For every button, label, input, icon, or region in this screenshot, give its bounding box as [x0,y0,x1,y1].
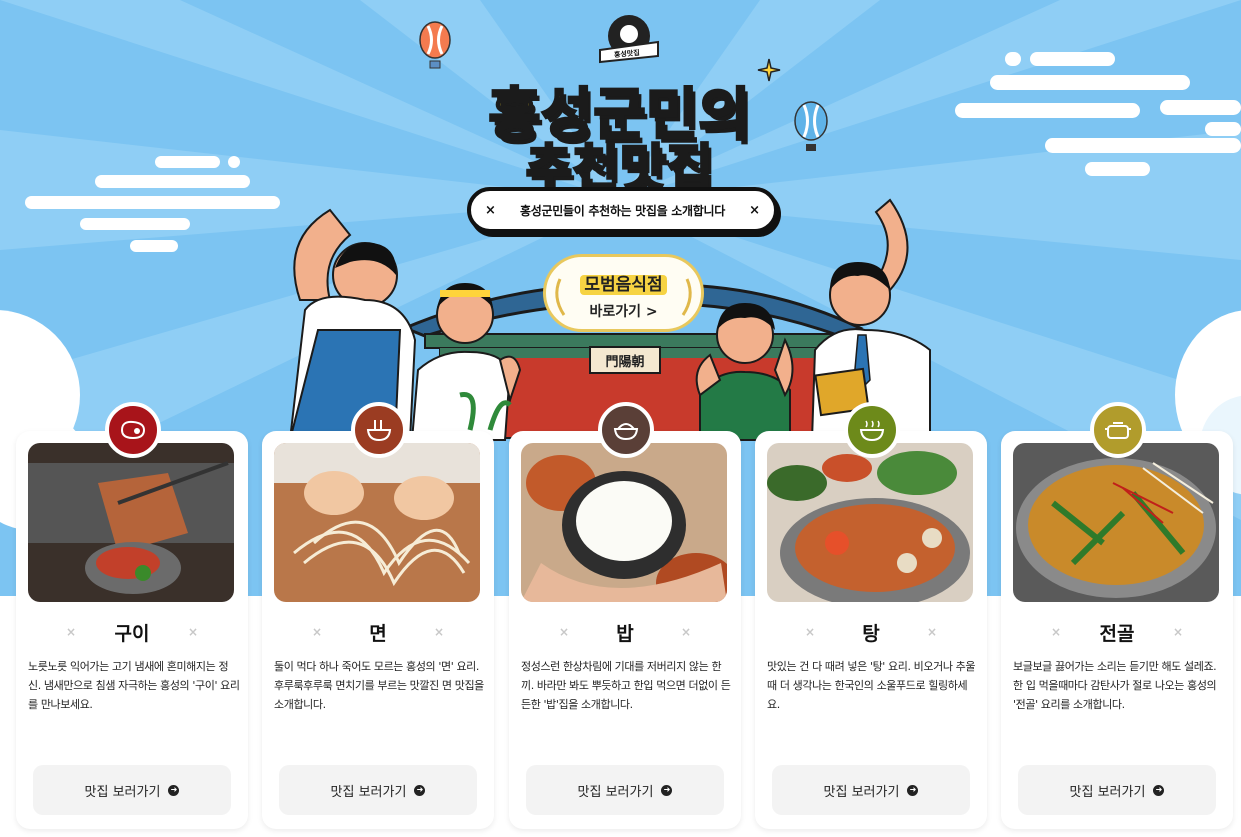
category-card-tang: × 탕 × 맛있는 건 다 때려 넣은 '탕' 요리. 비오거나 추울때 더 생… [755,402,987,829]
close-icon: × [749,202,760,218]
category-card-gui: × 구이 × 노릇노릇 익어가는 고기 냄새에 혼미해지는 정신. 냄새만으로 … [16,402,248,829]
view-restaurants-button[interactable]: 맛집 보러가기 ➜ [772,765,970,815]
food-photo [274,443,480,602]
rice-bowl-icon [598,402,654,458]
view-restaurants-button[interactable]: 맛집 보러가기 ➜ [526,765,724,815]
category-card-jeongol: × 전골 × 보글보글 끓어가는 소리는 듣기만 해도 설레죠. 한 입 먹을때… [1001,402,1233,829]
close-icon: × [804,625,815,639]
close-icon: × [434,625,445,639]
card-heading: × 밥 × [509,617,741,647]
close-icon: × [927,625,938,639]
arrow-right-icon: ➜ [907,784,919,796]
card-title: 면 [369,622,387,645]
meat-icon [105,402,161,458]
view-restaurants-button[interactable]: 맛집 보러가기 ➜ [33,765,231,815]
close-icon: × [558,625,569,639]
card-description: 맛있는 건 다 때려 넣은 '탕' 요리. 비오거나 추울때 더 생각나는 한국… [767,660,976,711]
hot-pot-icon [1090,402,1146,458]
card-heading: × 면 × [262,617,494,647]
laurel-wreath-icon [555,278,692,316]
arrow-right-icon: ➜ [1153,784,1165,796]
page: 홍성맛집 門陽朝 홍성군민의 추천맛집 × 홍성군민들이 추천하는 맛집을 소개… [0,0,1241,837]
view-restaurants-button[interactable]: 맛집 보러가기 ➜ [279,765,477,815]
close-icon: × [1173,625,1184,639]
card-title: 구이 [114,622,150,645]
arrow-right-icon: ➜ [414,784,426,796]
subtitle-text: 홍성군민들이 추천하는 맛집을 소개합니다 [520,203,725,218]
card-heading: × 전골 × [1001,617,1233,647]
noodle-bowl-icon [351,402,407,458]
button-label: 맛집 보러가기 [577,784,654,800]
category-card-myeon: × 면 × 둘이 먹다 하나 죽어도 모르는 홍성의 '면' 요리. 후루룩후루… [262,402,494,829]
button-label: 맛집 보러가기 [1069,784,1146,800]
button-label: 맛집 보러가기 [823,784,900,800]
arrow-right-icon: ➜ [661,784,673,796]
food-photo [28,443,234,602]
card-title: 밥 [616,622,634,645]
view-restaurants-button[interactable]: 맛집 보러가기 ➜ [1018,765,1216,815]
food-photo [767,443,973,602]
model-restaurant-button[interactable]: 모범음식점 바로가기 > [543,254,704,332]
category-card-bap: × 밥 × 정성스런 한상차림에 기대를 저버리지 않는 한끼. 바라만 봐도 … [509,402,741,829]
button-label: 맛집 보러가기 [330,784,407,800]
card-description: 노릇노릇 익어가는 고기 냄새에 혼미해지는 정신. 냄새만으로 침샘 자극하는… [28,660,240,711]
card-description: 정성스런 한상차림에 기대를 저버리지 않는 한끼. 바라만 봐도 뿌듯하고 한… [521,660,731,711]
button-label: 맛집 보러가기 [84,784,161,800]
food-photo [1013,443,1219,602]
card-title: 탕 [862,622,880,645]
card-description: 보글보글 끓어가는 소리는 듣기만 해도 설레죠. 한 입 먹을때마다 감탄사가… [1013,660,1217,711]
food-photo [521,443,727,602]
soup-icon [844,402,900,458]
arrow-right-icon: ➜ [168,784,180,796]
card-heading: × 탕 × [755,617,987,647]
close-icon: × [311,625,322,639]
subtitle-pill: × 홍성군민들이 추천하는 맛집을 소개합니다 × [467,187,778,233]
close-icon: × [485,202,496,218]
gate-sign: 門陽朝 [605,355,645,370]
card-heading: × 구이 × [16,617,248,647]
card-description: 둘이 먹다 하나 죽어도 모르는 홍성의 '면' 요리. 후루룩후루룩 면치기를… [274,660,484,711]
close-icon: × [681,625,692,639]
close-icon: × [65,625,76,639]
close-icon: × [188,625,199,639]
close-icon: × [1050,625,1061,639]
card-title: 전골 [1099,622,1135,645]
